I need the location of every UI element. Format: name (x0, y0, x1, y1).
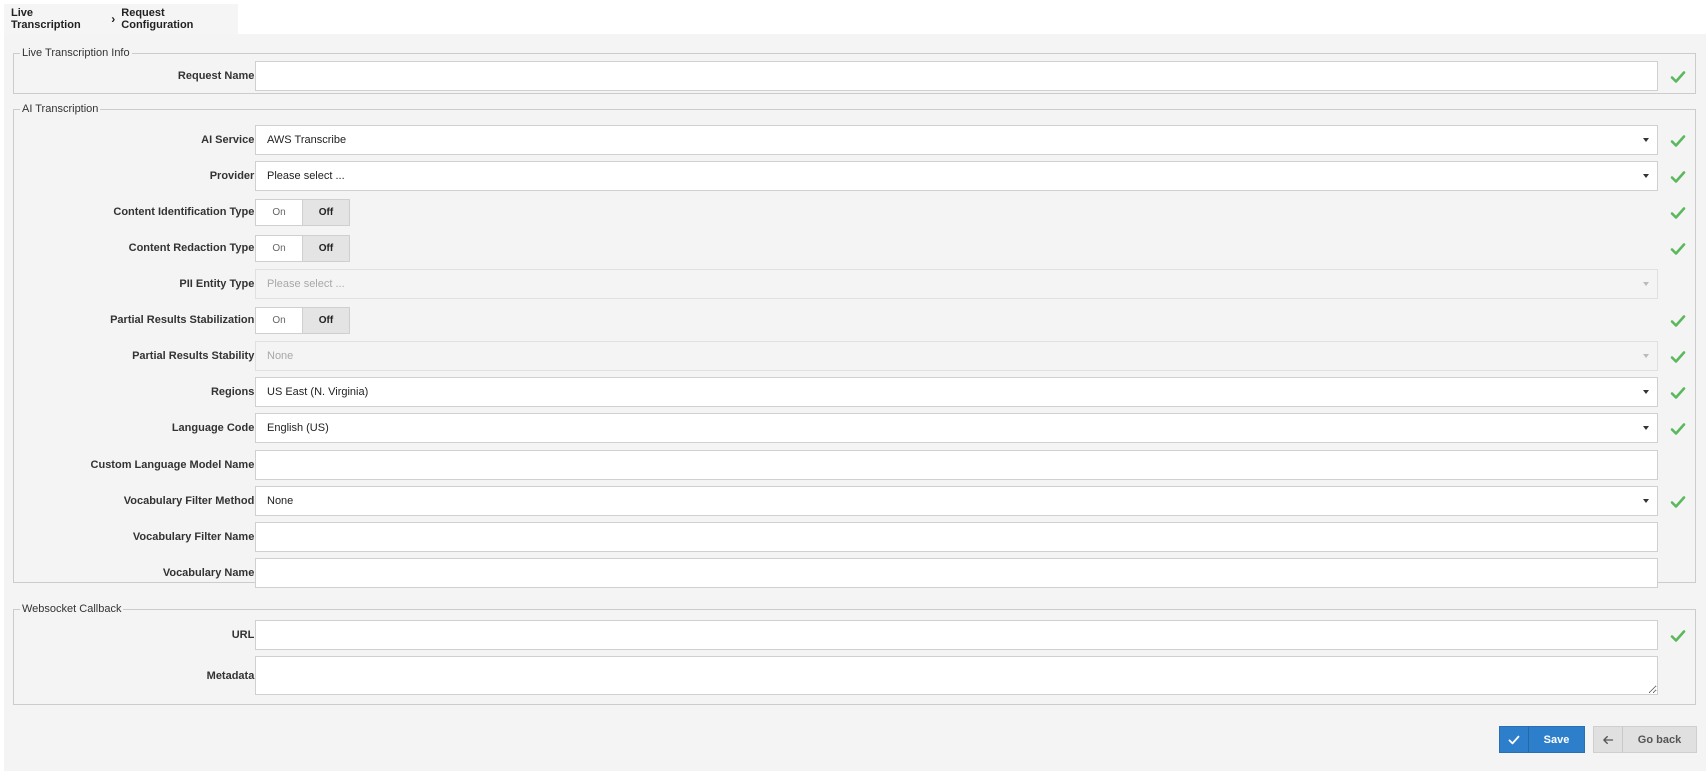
vocab-filter-method-label: Vocabulary Filter Method: (123, 495, 258, 507)
valid-check-icon (1670, 387, 1686, 399)
go-back-button-label: Go back (1637, 733, 1682, 746)
ai-service-select[interactable]: AWS Transcribe (255, 125, 1658, 155)
vocab-filter-method-value: None (267, 495, 294, 507)
regions-value: US East (N. Virginia) (267, 386, 369, 398)
group-title-ai: AI Transcription (22, 103, 99, 115)
breadcrumb: Live Transcription › Request Configurati… (4, 4, 238, 34)
regions-row: Regions: US East (N. Virginia) (14, 377, 1695, 407)
live-transcription-info-group: Live Transcription Info Request Name: (13, 47, 1696, 94)
valid-check-icon (1670, 315, 1686, 327)
language-code-row: Language Code: English (US) (14, 413, 1695, 443)
request-name-label: Request Name: (177, 70, 258, 82)
valid-check-icon (1670, 207, 1686, 219)
content-identification-toggle[interactable]: On Off (255, 199, 350, 226)
content-redaction-toggle[interactable]: On Off (255, 235, 350, 262)
valid-check-icon (1670, 423, 1686, 435)
pii-entity-label: PII Entity Type: (179, 278, 258, 290)
caret-down-icon (1643, 426, 1649, 430)
pii-entity-select: Please select ... (255, 269, 1658, 299)
url-input[interactable] (255, 620, 1658, 650)
vocab-filter-name-row: Vocabulary Filter Name: (14, 522, 1695, 552)
ai-service-label: AI Service: (201, 134, 258, 146)
vocab-filter-name-label: Vocabulary Filter Name: (132, 531, 258, 543)
pii-entity-value: Please select ... (267, 278, 345, 290)
content-redaction-label: Content Redaction Type: (128, 242, 258, 254)
content-identification-label: Content Identification Type: (113, 206, 258, 218)
caret-down-icon (1643, 174, 1649, 178)
breadcrumb-root[interactable]: Live Transcription (11, 7, 104, 31)
arrow-left-icon (1594, 727, 1623, 752)
caret-down-icon (1643, 354, 1649, 358)
vocab-name-row: Vocabulary Name: (14, 558, 1695, 588)
partial-stability-value: None (267, 350, 294, 362)
request-name-input[interactable] (255, 61, 1658, 91)
content-redaction-row: Content Redaction Type: On Off (14, 233, 1695, 263)
valid-check-icon (1670, 171, 1686, 183)
toggle-on[interactable]: On (256, 236, 302, 261)
valid-check-icon (1670, 71, 1686, 83)
provider-value: Please select ... (267, 170, 345, 182)
partial-stabilization-row: Partial Results Stabilization: On Off (14, 305, 1695, 335)
caret-down-icon (1643, 138, 1649, 142)
chevron-right-icon: › (111, 12, 116, 26)
partial-stability-row: Partial Results Stability: None (14, 341, 1695, 371)
caret-down-icon (1643, 282, 1649, 286)
save-button-label: Save (1543, 733, 1570, 746)
ai-service-value: AWS Transcribe (267, 134, 347, 146)
go-back-button[interactable]: Go back (1593, 726, 1697, 753)
valid-check-icon (1670, 496, 1686, 508)
vocab-name-input[interactable] (255, 558, 1658, 588)
valid-check-icon (1670, 135, 1686, 147)
partial-stabilization-label: Partial Results Stabilization: (110, 314, 258, 326)
partial-stability-select: None (255, 341, 1658, 371)
group-title-ws: Websocket Callback (22, 603, 122, 615)
toggle-on[interactable]: On (256, 308, 302, 333)
custom-model-input[interactable] (255, 450, 1658, 480)
vocab-name-label: Vocabulary Name: (162, 567, 258, 579)
toggle-on[interactable]: On (256, 200, 302, 225)
valid-check-icon (1670, 351, 1686, 363)
valid-check-icon (1670, 243, 1686, 255)
caret-down-icon (1643, 499, 1649, 503)
ai-transcription-group: AI Transcription AI Service: AWS Transcr… (13, 103, 1696, 588)
vocab-filter-method-row: Vocabulary Filter Method: None (14, 486, 1695, 516)
metadata-row: Metadata: (14, 656, 1695, 696)
check-icon (1500, 727, 1529, 752)
ai-service-row: AI Service: AWS Transcribe (14, 125, 1695, 155)
vocab-filter-name-input[interactable] (255, 522, 1658, 552)
metadata-textarea[interactable] (255, 656, 1658, 695)
save-button[interactable]: Save (1499, 726, 1585, 753)
valid-check-icon (1670, 630, 1686, 642)
toggle-off[interactable]: Off (302, 308, 349, 333)
toggle-off[interactable]: Off (302, 200, 349, 225)
group-title-info: Live Transcription Info (22, 47, 130, 59)
breadcrumb-current: Request Configuration (121, 7, 194, 31)
metadata-label: Metadata: (206, 670, 258, 682)
language-code-label: Language Code: (171, 422, 258, 434)
language-code-select[interactable]: English (US) (255, 413, 1658, 443)
custom-model-row: Custom Language Model Name: (14, 450, 1695, 480)
content-identification-row: Content Identification Type: On Off (14, 197, 1695, 227)
form-panel: Live Transcription Info Request Name: AI… (4, 34, 1706, 771)
vocab-filter-method-select[interactable]: None (255, 486, 1658, 516)
custom-model-label: Custom Language Model Name: (90, 459, 258, 471)
pii-entity-row: PII Entity Type: Please select ... (14, 269, 1695, 299)
language-code-value: English (US) (267, 422, 329, 434)
url-row: URL: (14, 620, 1695, 650)
request-name-row: Request Name: (14, 61, 1695, 91)
regions-label: Regions: (210, 386, 258, 398)
websocket-callback-group: Websocket Callback URL: Metadata: (13, 603, 1696, 705)
provider-select[interactable]: Please select ... (255, 161, 1658, 191)
partial-stability-label: Partial Results Stability: (132, 350, 258, 362)
regions-select[interactable]: US East (N. Virginia) (255, 377, 1658, 407)
provider-row: Provider: Please select ... (14, 161, 1695, 191)
toggle-off[interactable]: Off (302, 236, 349, 261)
provider-label: Provider: (209, 170, 258, 182)
caret-down-icon (1643, 390, 1649, 394)
partial-stabilization-toggle[interactable]: On Off (255, 307, 350, 334)
